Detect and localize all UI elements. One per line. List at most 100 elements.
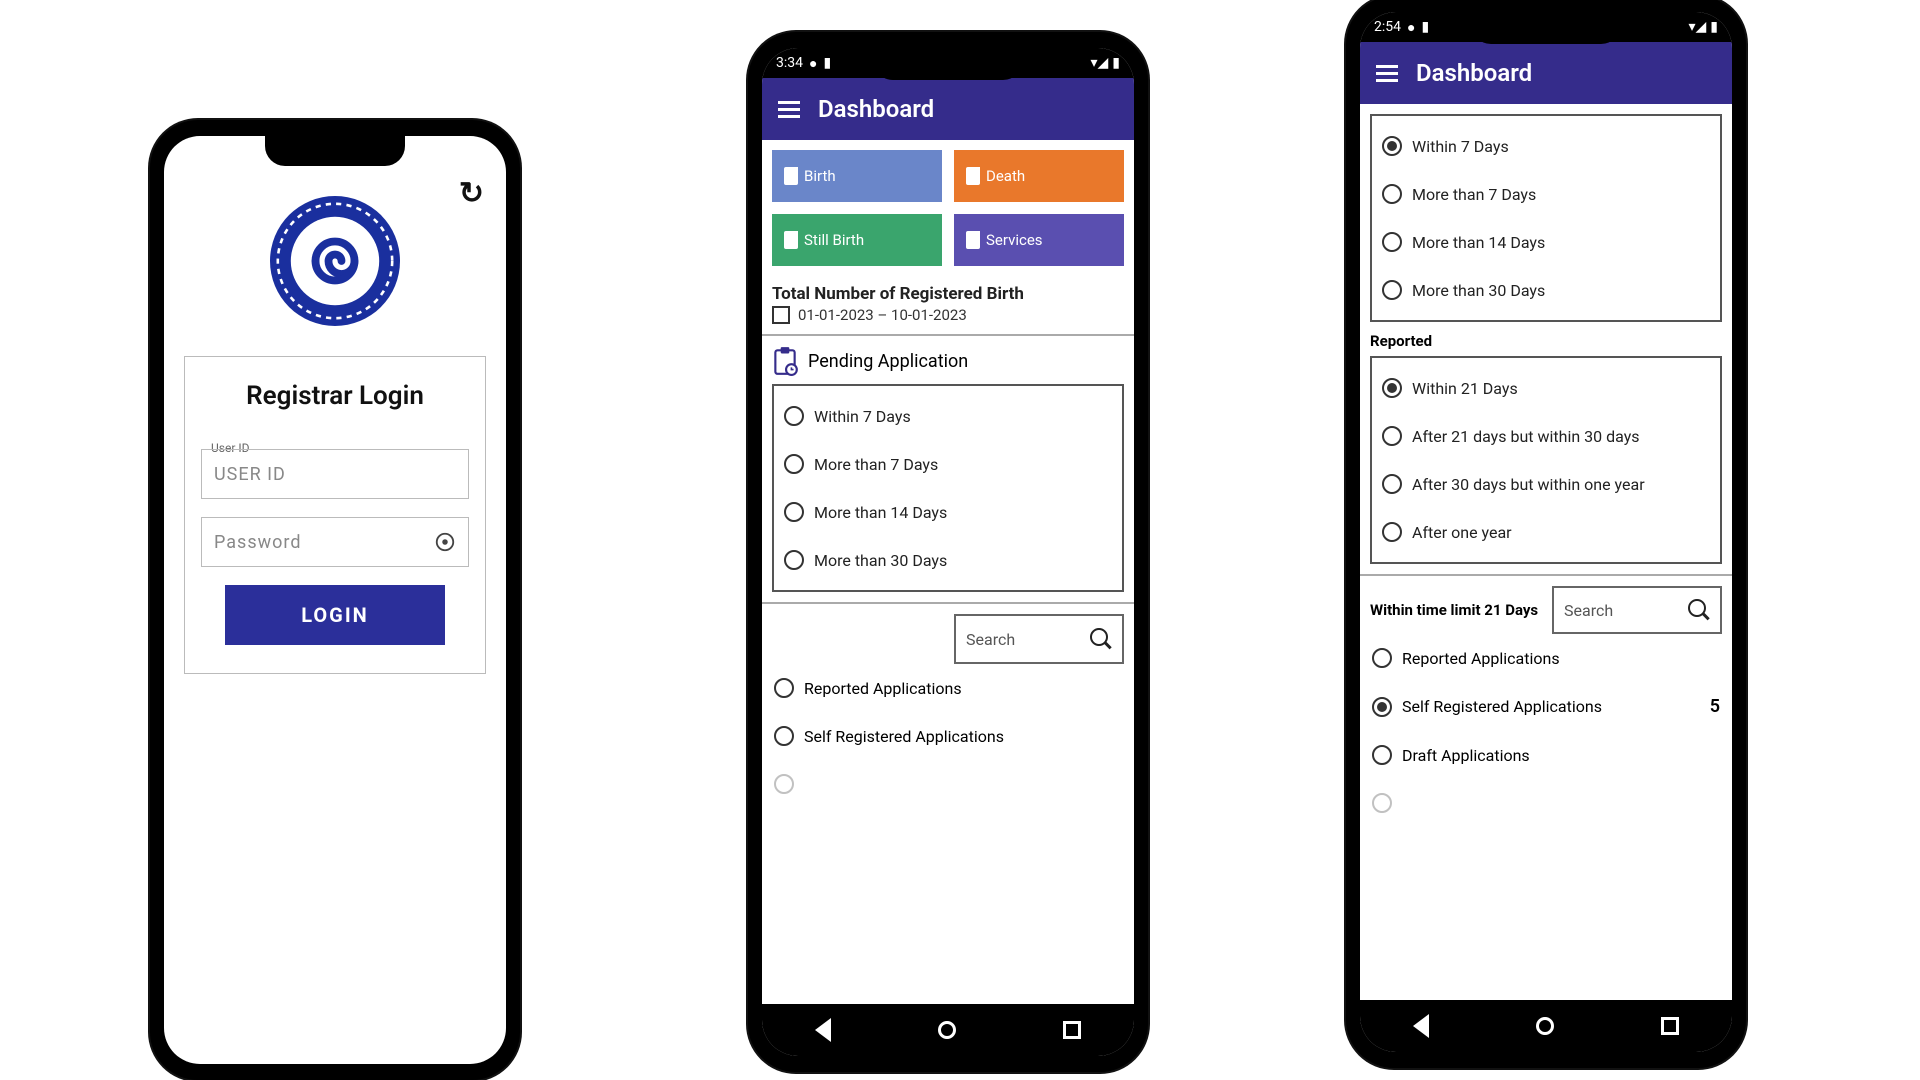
- document-icon: [966, 167, 980, 185]
- pending-options-box: Within 7 Days More than 7 Days More than…: [772, 384, 1124, 592]
- app-type-option[interactable]: Reported Applications: [1370, 634, 1722, 682]
- option-label: Within 7 Days: [1412, 137, 1509, 156]
- radio-icon: [1382, 184, 1402, 204]
- tile-label: Services: [986, 231, 1043, 249]
- radio-icon: [774, 774, 794, 794]
- phone-dashboard-1: 3:34 ● ▮ ▾◢ ▮ Dashboard Birth Death: [748, 32, 1148, 1072]
- date-range-text: 01-01-2023 – 10-01-2023: [798, 306, 967, 324]
- app-type-option-partial: [772, 760, 1124, 808]
- pending-title: Pending Application: [808, 351, 968, 372]
- nav-home-icon[interactable]: [1536, 1017, 1554, 1035]
- radio-icon: [1382, 232, 1402, 252]
- document-icon: [966, 231, 980, 249]
- clipboard-icon: [772, 346, 798, 376]
- tile-label: Still Birth: [804, 231, 864, 249]
- notch: [265, 136, 405, 166]
- signal-icon: ▾◢: [1688, 19, 1706, 35]
- nav-back-icon[interactable]: [815, 1018, 831, 1042]
- screen: 3:34 ● ▮ ▾◢ ▮ Dashboard Birth Death: [762, 48, 1134, 1056]
- date-range-row[interactable]: 01-01-2023 – 10-01-2023: [772, 306, 1124, 324]
- tile-birth[interactable]: Birth: [772, 150, 942, 202]
- radio-icon: [1382, 280, 1402, 300]
- reported-label: Reported: [1370, 332, 1722, 350]
- search-input[interactable]: Search: [954, 614, 1124, 664]
- nav-back-icon[interactable]: [1413, 1014, 1429, 1038]
- menu-icon[interactable]: [778, 101, 800, 117]
- app-bar: Dashboard: [762, 78, 1134, 140]
- status-card-icon: ▮: [823, 55, 831, 71]
- search-placeholder: Search: [1564, 601, 1613, 620]
- pending-option[interactable]: More than 14 Days: [782, 488, 1114, 536]
- radio-icon: [1382, 522, 1402, 542]
- password-input[interactable]: Password: [201, 517, 469, 567]
- login-button[interactable]: LOGIN: [225, 585, 445, 645]
- nav-recent-icon[interactable]: [1063, 1021, 1081, 1039]
- radio-icon: [784, 550, 804, 570]
- signal-icon: ▾◢: [1090, 55, 1108, 71]
- radio-icon: [784, 406, 804, 426]
- reported-option[interactable]: After 30 days but within one year: [1380, 460, 1712, 508]
- tile-death[interactable]: Death: [954, 150, 1124, 202]
- status-dot-icon: ●: [1407, 19, 1415, 36]
- calendar-icon: [772, 306, 790, 324]
- user-id-input[interactable]: USER ID: [201, 449, 469, 499]
- notch: [1471, 12, 1621, 44]
- app-type-option-partial: [1370, 779, 1722, 827]
- filter-title: Within time limit 21 Days: [1370, 601, 1546, 619]
- radio-icon: [784, 454, 804, 474]
- pending-option[interactable]: More than 30 Days: [1380, 266, 1712, 314]
- phone-login: ↻ Registrar Login User ID USER ID Passwo…: [150, 120, 520, 1080]
- search-input[interactable]: Search: [1552, 586, 1722, 634]
- document-icon: [784, 231, 798, 249]
- menu-icon[interactable]: [1376, 65, 1398, 81]
- option-label: More than 30 Days: [814, 551, 947, 570]
- pending-option[interactable]: More than 7 Days: [1380, 170, 1712, 218]
- app-bar: Dashboard: [1360, 42, 1732, 104]
- option-label: More than 14 Days: [814, 503, 947, 522]
- status-time: 2:54: [1374, 19, 1401, 35]
- app-bar-title: Dashboard: [818, 95, 934, 123]
- divider: [1360, 574, 1732, 576]
- app-type-option[interactable]: Draft Applications: [1370, 731, 1722, 779]
- status-card-icon: ▮: [1421, 19, 1429, 35]
- refresh-icon[interactable]: ↻: [459, 176, 484, 211]
- option-label: More than 30 Days: [1412, 281, 1545, 300]
- option-label: Within 7 Days: [814, 407, 911, 426]
- pending-option[interactable]: More than 30 Days: [782, 536, 1114, 584]
- reported-option[interactable]: Within 21 Days: [1380, 364, 1712, 412]
- option-label: Reported Applications: [804, 679, 962, 698]
- radio-icon: [1372, 793, 1392, 813]
- dashboard-content: Within 7 Days More than 7 Days More than…: [1360, 104, 1732, 1000]
- pending-option[interactable]: Within 7 Days: [1380, 122, 1712, 170]
- status-dot-icon: ●: [809, 55, 817, 72]
- divider: [762, 334, 1134, 336]
- tile-label: Death: [986, 167, 1025, 185]
- option-label: Self Registered Applications: [1402, 697, 1602, 716]
- option-label: Reported Applications: [1402, 649, 1560, 668]
- tile-services[interactable]: Services: [954, 214, 1124, 266]
- pending-option[interactable]: Within 7 Days: [782, 392, 1114, 440]
- pending-option[interactable]: More than 14 Days: [1380, 218, 1712, 266]
- pending-option[interactable]: More than 7 Days: [782, 440, 1114, 488]
- app-type-option[interactable]: Self Registered Applications: [772, 712, 1124, 760]
- nav-recent-icon[interactable]: [1661, 1017, 1679, 1035]
- tile-stillbirth[interactable]: Still Birth: [772, 214, 942, 266]
- password-placeholder: Password: [214, 532, 302, 553]
- logo-icon: [270, 196, 400, 326]
- reported-option[interactable]: After 21 days but within 30 days: [1380, 412, 1712, 460]
- phone-dashboard-2: 2:54 ● ▮ ▾◢ ▮ Dashboard Within 7 Days: [1346, 0, 1746, 1068]
- app-type-option[interactable]: Self Registered Applications 5: [1370, 682, 1722, 731]
- android-nav-bar: [1360, 1000, 1732, 1052]
- radio-icon: [1372, 745, 1392, 765]
- app-type-option[interactable]: Reported Applications: [772, 664, 1124, 712]
- visibility-icon[interactable]: [434, 531, 456, 553]
- radio-icon: [1382, 474, 1402, 494]
- option-label: More than 14 Days: [1412, 233, 1545, 252]
- dashboard-content: Birth Death Still Birth Services Total N…: [762, 140, 1134, 1004]
- option-label: More than 7 Days: [1412, 185, 1536, 204]
- search-icon: [1688, 599, 1710, 621]
- reported-option[interactable]: After one year: [1380, 508, 1712, 556]
- option-label: After 21 days but within 30 days: [1412, 427, 1640, 446]
- nav-home-icon[interactable]: [938, 1021, 956, 1039]
- app-logo: [270, 196, 400, 326]
